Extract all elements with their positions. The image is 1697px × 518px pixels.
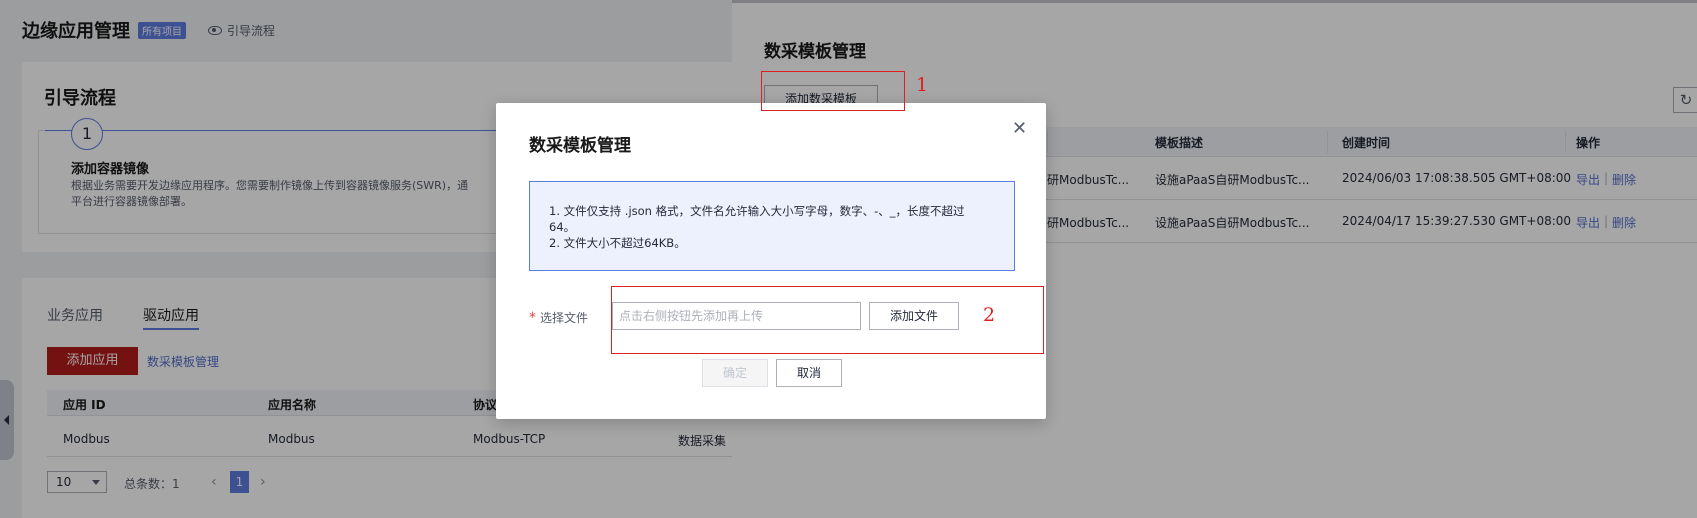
upload-rules-notice: 1. 文件仅支持 .json 格式，文件名允许输入大小写字母，数字、-、_，长度… <box>529 181 1015 271</box>
notice-line: 2. 文件大小不超过64KB。 <box>549 236 686 250</box>
required-mark: * <box>529 310 536 326</box>
annotation-box-1 <box>761 71 905 111</box>
file-field-label: * 选择文件 <box>529 309 588 326</box>
notice-line: 1. 文件仅支持 .json 格式，文件名允许输入大小写字母，数字、-、_，长度… <box>549 204 965 218</box>
upload-template-dialog: 数采模板管理 ✕ 1. 文件仅支持 .json 格式，文件名允许输入大小写字母，… <box>496 103 1046 419</box>
file-label-text: 选择文件 <box>540 311 589 325</box>
annotation-box-2 <box>611 286 1044 354</box>
cancel-button[interactable]: 取消 <box>776 359 842 387</box>
annotation-number-1: 1 <box>916 74 929 96</box>
notice-line: 64。 <box>549 220 576 234</box>
dialog-title: 数采模板管理 <box>529 136 631 156</box>
confirm-button[interactable]: 确定 <box>702 359 768 387</box>
close-icon[interactable]: ✕ <box>1012 120 1027 138</box>
annotation-number-2: 2 <box>983 304 996 326</box>
